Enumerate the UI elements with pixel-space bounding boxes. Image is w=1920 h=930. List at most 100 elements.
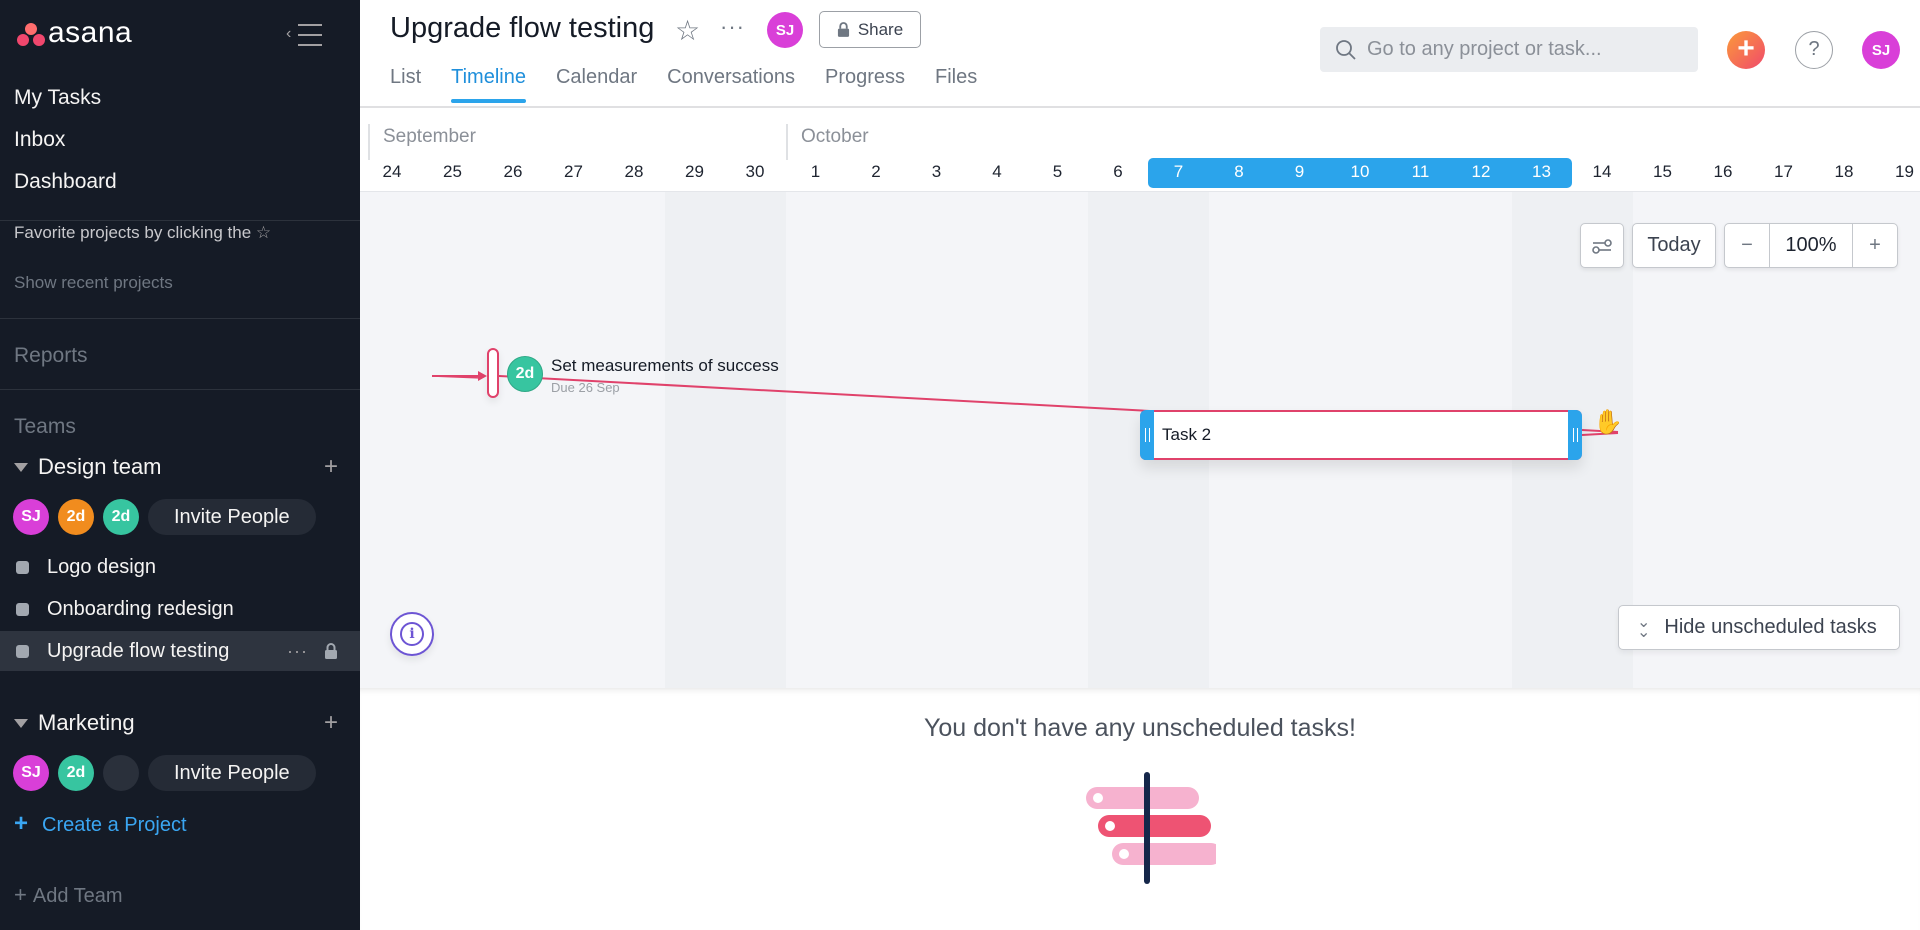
zoom-in-button[interactable]: + bbox=[1853, 224, 1897, 267]
day-label: 29 bbox=[685, 162, 704, 181]
resize-handle-left[interactable] bbox=[1140, 410, 1154, 460]
day-label: 10 bbox=[1350, 162, 1370, 181]
timeline-settings-button[interactable] bbox=[1580, 223, 1624, 268]
day-label: 14 bbox=[1592, 162, 1612, 181]
timeline-controls: Today − 100% + bbox=[1580, 223, 1898, 268]
search-bar[interactable] bbox=[1320, 27, 1698, 72]
team-members: SJ 2d 2d Invite People bbox=[13, 499, 316, 535]
project-label: Logo design bbox=[47, 555, 156, 578]
tab-progress[interactable]: Progress bbox=[825, 66, 905, 103]
divider bbox=[0, 389, 360, 390]
share-button[interactable]: Share bbox=[819, 11, 921, 48]
team-name: Design team bbox=[38, 454, 162, 479]
day-label: 8 bbox=[1234, 162, 1244, 181]
show-recent-projects-link[interactable]: Show recent projects bbox=[14, 273, 173, 293]
nav-inbox[interactable]: Inbox bbox=[14, 128, 65, 152]
project-color-icon bbox=[16, 602, 29, 616]
empty-state-message: You don't have any unscheduled tasks! bbox=[924, 714, 1356, 742]
grab-cursor-icon: ✋ bbox=[1593, 409, 1623, 436]
info-button[interactable]: i bbox=[390, 612, 434, 656]
add-project-icon[interactable]: + bbox=[324, 453, 338, 481]
unscheduled-panel: You don't have any unscheduled tasks! bbox=[360, 688, 1920, 930]
chevron-left-icon: ‹ bbox=[286, 25, 292, 42]
project-more-icon[interactable]: ··· bbox=[720, 14, 745, 40]
star-icon: ☆ bbox=[255, 223, 272, 242]
nav-my-tasks[interactable]: My Tasks bbox=[14, 86, 101, 110]
day-label: 1 bbox=[810, 162, 821, 181]
hamburger-line bbox=[298, 44, 322, 46]
day-label: 19 bbox=[1895, 162, 1914, 181]
tab-files[interactable]: Files bbox=[935, 66, 977, 103]
favorites-hint-text: Favorite projects by clicking the bbox=[14, 223, 252, 242]
avatar[interactable]: 2d bbox=[58, 755, 94, 791]
day-label: 28 bbox=[624, 162, 644, 181]
favorite-star-icon[interactable]: ☆ bbox=[675, 14, 700, 47]
hide-unscheduled-button[interactable]: ⌄ ⌄ Hide unscheduled tasks bbox=[1618, 605, 1900, 650]
help-button[interactable]: ? bbox=[1795, 31, 1833, 69]
invite-people-button[interactable]: Invite People bbox=[148, 755, 316, 791]
add-project-icon[interactable]: + bbox=[324, 709, 338, 737]
user-avatar[interactable]: SJ bbox=[1862, 31, 1900, 69]
task-bar[interactable]: Task 2 bbox=[1140, 410, 1582, 460]
avatar[interactable]: SJ bbox=[13, 755, 49, 791]
tab-timeline[interactable]: Timeline bbox=[451, 66, 526, 103]
team-header-design[interactable]: Design team + bbox=[14, 452, 344, 482]
project-header: Upgrade flow testing ☆ ··· SJ Share List… bbox=[360, 0, 1920, 108]
search-input[interactable] bbox=[1367, 38, 1687, 61]
avatar[interactable]: 2d bbox=[58, 499, 94, 535]
nav-dashboard[interactable]: Dashboard bbox=[14, 170, 117, 194]
sidebar-project-logo-design[interactable]: Logo design bbox=[0, 547, 360, 587]
plus-icon: + bbox=[14, 810, 29, 837]
hide-unscheduled-label: Hide unscheduled tasks bbox=[1664, 616, 1877, 638]
day-label: 17 bbox=[1774, 162, 1793, 181]
add-team-link[interactable]: + Add Team bbox=[14, 882, 123, 908]
team-members: SJ 2d Invite People bbox=[13, 755, 316, 791]
timeline-illustration-icon bbox=[1086, 772, 1216, 884]
tab-calendar[interactable]: Calendar bbox=[556, 66, 637, 103]
more-options-icon[interactable]: ··· bbox=[287, 641, 308, 662]
task-assignee-avatar[interactable]: 2d bbox=[507, 356, 543, 392]
share-label: Share bbox=[857, 19, 904, 39]
project-color-icon bbox=[16, 560, 29, 574]
divider bbox=[0, 220, 360, 221]
project-owner-avatar[interactable]: SJ bbox=[767, 12, 803, 48]
avatar[interactable]: SJ bbox=[13, 499, 49, 535]
info-icon: i bbox=[400, 622, 424, 646]
team-header-marketing[interactable]: Marketing + bbox=[14, 708, 344, 738]
zoom-level: 100% bbox=[1769, 224, 1853, 267]
today-button[interactable]: Today bbox=[1632, 223, 1716, 268]
lock-icon bbox=[837, 22, 849, 37]
divider bbox=[0, 318, 360, 319]
favorites-hint: Favorite projects by clicking the ☆ bbox=[14, 223, 271, 243]
timeline-view[interactable]: September October 24 25 26 27 28 29 30 1 2 3 4 5 6 7 8… bbox=[360, 108, 1920, 688]
task-due-date: Due 26 Sep bbox=[551, 380, 620, 395]
milestone-marker[interactable] bbox=[487, 348, 499, 398]
tab-conversations[interactable]: Conversations bbox=[667, 66, 795, 103]
collapse-sidebar-button[interactable]: ‹ bbox=[282, 20, 326, 50]
grip-icon bbox=[1572, 428, 1578, 442]
day-label: 26 bbox=[503, 162, 523, 181]
resize-handle-right[interactable] bbox=[1568, 410, 1582, 460]
tab-list[interactable]: List bbox=[390, 66, 421, 103]
dependency-line bbox=[431, 375, 483, 379]
caret-down-icon bbox=[14, 718, 28, 728]
zoom-out-button[interactable]: − bbox=[1725, 224, 1769, 267]
task-name[interactable]: Set measurements of success bbox=[551, 356, 779, 376]
avatar-placeholder bbox=[103, 755, 139, 791]
avatar[interactable]: 2d bbox=[103, 499, 139, 535]
sidebar-project-upgrade-flow-testing[interactable]: Upgrade flow testing ··· bbox=[0, 631, 360, 671]
invite-people-button[interactable]: Invite People bbox=[148, 499, 316, 535]
project-label: Onboarding redesign bbox=[47, 597, 234, 620]
day-label: 15 bbox=[1653, 162, 1672, 181]
sliders-icon bbox=[1592, 238, 1612, 254]
create-project-link[interactable]: + Create a Project bbox=[14, 810, 187, 838]
project-title: Upgrade flow testing bbox=[390, 12, 655, 44]
day-label: 30 bbox=[745, 162, 765, 181]
reports-link[interactable]: Reports bbox=[14, 344, 88, 368]
teams-label: Teams bbox=[14, 415, 76, 438]
day-label: 11 bbox=[1411, 162, 1430, 181]
sidebar-project-onboarding-redesign[interactable]: Onboarding redesign bbox=[0, 589, 360, 629]
day-label: 2 bbox=[871, 162, 881, 181]
quick-add-button[interactable]: + bbox=[1727, 31, 1765, 69]
asana-logo[interactable]: asana bbox=[16, 18, 132, 48]
